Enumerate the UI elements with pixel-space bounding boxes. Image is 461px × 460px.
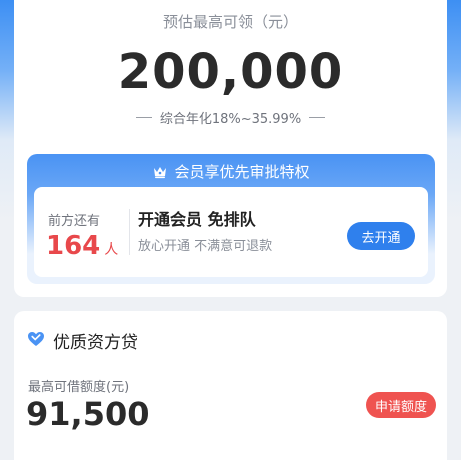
ahead-label: 前方还有 — [48, 214, 101, 229]
max-limit-label: 最高可借额度(元) — [28, 380, 130, 395]
vip-header: 会员享优先审批特权 — [27, 161, 435, 182]
vip-panel: 会员享优先审批特权 前方还有 164 人 开通会员 免排队 放心开通 不满意可退款… — [27, 154, 435, 284]
annual-rate: 综合年化18%~35.99% — [159, 112, 302, 127]
loan-title: 优质资方贷 — [53, 333, 138, 353]
estimate-amount: 200,000 — [117, 44, 344, 100]
loan-card[interactable]: 优质资方贷 最高可借额度(元) 91,500 申请额度 — [14, 311, 447, 460]
join-subtitle: 放心开通 不满意可退款 — [138, 239, 273, 254]
crown-icon — [152, 165, 168, 179]
estimate-label: 预估最高可领（元） — [162, 13, 298, 31]
ahead-count-row: 164 人 — [46, 231, 118, 261]
rate-line: 综合年化18%~35.99% — [14, 108, 447, 127]
max-limit-amount: 91,500 — [26, 395, 150, 433]
apply-limit-button[interactable]: 申请额度 — [366, 392, 436, 418]
ahead-unit: 人 — [104, 242, 119, 258]
left-divider — [135, 117, 152, 118]
right-divider — [309, 117, 326, 118]
vip-header-text: 会员享优先审批特权 — [174, 163, 310, 181]
heart-icon — [27, 331, 45, 351]
ahead-count: 164 — [46, 231, 101, 261]
join-vip-button[interactable]: 去开通 — [347, 222, 415, 250]
vip-queue-box: 前方还有 164 人 开通会员 免排队 放心开通 不满意可退款 去开通 — [34, 187, 428, 277]
vertical-divider — [129, 209, 130, 255]
join-title: 开通会员 免排队 — [138, 210, 256, 229]
loan-title-row: 优质资方贷 — [27, 328, 138, 353]
